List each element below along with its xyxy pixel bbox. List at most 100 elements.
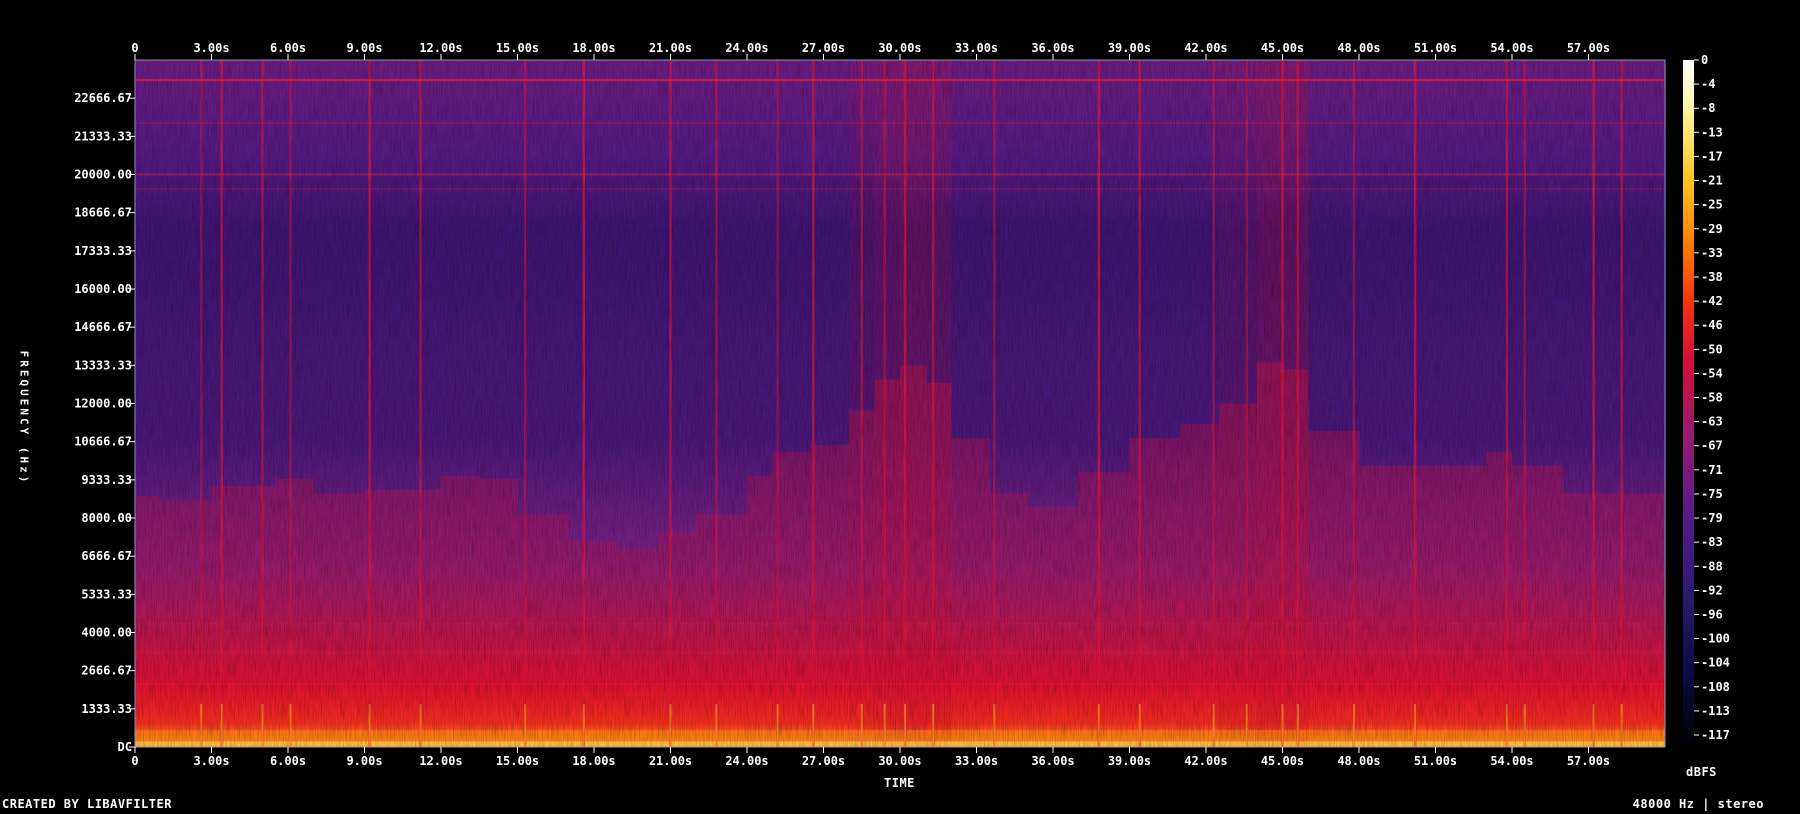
colorbar-tick-label: -8 bbox=[1701, 101, 1715, 115]
colorbar-tick-label: -100 bbox=[1701, 632, 1730, 646]
y-tick-label: 13333.33 bbox=[74, 358, 132, 372]
colorbar-unit-label: dBFS bbox=[1686, 765, 1717, 779]
colorbar-tick-label: -88 bbox=[1701, 559, 1723, 573]
x-tick-label: 42.00s bbox=[1184, 754, 1227, 768]
y-tick-label: 16000.00 bbox=[74, 282, 132, 296]
colorbar-tick-label: -58 bbox=[1701, 391, 1723, 405]
x-tick-label: 48.00s bbox=[1337, 41, 1380, 55]
x-tick-label: 21.00s bbox=[649, 754, 692, 768]
x-tick-label: 33.00s bbox=[955, 754, 998, 768]
y-tick-label: 2666.67 bbox=[81, 664, 132, 678]
x-tick-label: 42.00s bbox=[1184, 41, 1227, 55]
stream-info: 48000 Hz | stereo bbox=[1632, 797, 1764, 811]
colorbar-tick-label: -46 bbox=[1701, 318, 1723, 332]
colorbar-tick-label: -17 bbox=[1701, 149, 1723, 163]
x-axis-title: TIME bbox=[884, 776, 915, 790]
x-tick-label: 27.00s bbox=[802, 754, 845, 768]
y-tick-label: 21333.33 bbox=[74, 129, 132, 143]
spectrogram-plot-area bbox=[135, 60, 1665, 747]
x-tick-label: 0 bbox=[131, 41, 138, 55]
x-tick-label: 6.00s bbox=[270, 754, 306, 768]
y-tick-label: 17333.33 bbox=[74, 244, 132, 258]
y-tick-label: 20000.00 bbox=[74, 168, 132, 182]
colorbar-tick-label: 0 bbox=[1701, 53, 1708, 67]
y-tick-label: DC bbox=[118, 740, 132, 754]
y-tick-label: 5333.33 bbox=[81, 587, 132, 601]
x-tick-label: 45.00s bbox=[1261, 754, 1304, 768]
colorbar-tick-label: -42 bbox=[1701, 294, 1723, 308]
x-tick-label: 57.00s bbox=[1567, 41, 1610, 55]
colorbar-tick-label: -67 bbox=[1701, 439, 1723, 453]
spectrogram-chart: 0 3.00s 6.00s 9.00s 12.00s 15.00s 18.00s 21.00s… bbox=[74, 41, 1730, 768]
x-tick-label: 21.00s bbox=[649, 41, 692, 55]
x-tick-label: 3.00s bbox=[193, 754, 229, 768]
x-tick-label: 51.00s bbox=[1414, 41, 1457, 55]
y-axis: DC 1333.33 2666.67 4000.00 5333.33 6666.67 800… bbox=[74, 91, 135, 754]
x-tick-label: 54.00s bbox=[1490, 754, 1533, 768]
x-tick-label: 9.00s bbox=[346, 754, 382, 768]
x-tick-label: 0 bbox=[131, 754, 138, 768]
colorbar-axis: 0 -4 -8 -13 -17 -21 -25 -29 -33 -38 -42 -46 -50 -54 -5… bbox=[1694, 53, 1730, 742]
y-axis-title: FREQUENCY (Hz) bbox=[17, 350, 31, 486]
y-tick-label: 10666.67 bbox=[74, 435, 132, 449]
colorbar-tick-label: -50 bbox=[1701, 342, 1723, 356]
spectrogram-noise-texture bbox=[135, 60, 1665, 747]
x-tick-label: 9.00s bbox=[346, 41, 382, 55]
credit-text: CREATED BY LIBAVFILTER bbox=[2, 797, 172, 811]
x-tick-label: 33.00s bbox=[955, 41, 998, 55]
x-tick-label: 12.00s bbox=[419, 754, 462, 768]
colorbar-tick-label: -75 bbox=[1701, 487, 1723, 501]
colorbar-tick-label: -54 bbox=[1701, 366, 1723, 380]
colorbar bbox=[1683, 60, 1694, 747]
x-tick-label: 51.00s bbox=[1414, 754, 1457, 768]
x-tick-label: 12.00s bbox=[419, 41, 462, 55]
x-tick-label: 30.00s bbox=[878, 41, 921, 55]
colorbar-tick-label: -104 bbox=[1701, 656, 1730, 670]
y-tick-label: 18666.67 bbox=[74, 206, 132, 220]
x-tick-label: 48.00s bbox=[1337, 754, 1380, 768]
colorbar-tick-label: -25 bbox=[1701, 198, 1723, 212]
colorbar-tick-label: -83 bbox=[1701, 535, 1723, 549]
x-tick-label: 39.00s bbox=[1108, 41, 1151, 55]
colorbar-tick-label: -108 bbox=[1701, 680, 1730, 694]
x-tick-label: 36.00s bbox=[1031, 754, 1074, 768]
y-tick-label: 1333.33 bbox=[81, 702, 132, 716]
colorbar-tick-label: -33 bbox=[1701, 246, 1723, 260]
colorbar-tick-label: -29 bbox=[1701, 222, 1723, 236]
x-tick-label: 27.00s bbox=[802, 41, 845, 55]
colorbar-tick-label: -79 bbox=[1701, 511, 1723, 525]
x-tick-label: 24.00s bbox=[725, 41, 768, 55]
y-tick-label: 9333.33 bbox=[81, 473, 132, 487]
colorbar-tick-label: -13 bbox=[1701, 125, 1723, 139]
y-tick-label: 14666.67 bbox=[74, 320, 132, 334]
x-axis-top: 0 3.00s 6.00s 9.00s 12.00s 15.00s 18.00s 21.00s… bbox=[131, 41, 1610, 60]
x-tick-label: 45.00s bbox=[1261, 41, 1304, 55]
colorbar-tick-label: -96 bbox=[1701, 607, 1723, 621]
y-tick-label: 12000.00 bbox=[74, 397, 132, 411]
x-tick-label: 54.00s bbox=[1490, 41, 1533, 55]
y-tick-label: 4000.00 bbox=[81, 626, 132, 640]
colorbar-tick-label: -38 bbox=[1701, 270, 1723, 284]
y-tick-label: 8000.00 bbox=[81, 511, 132, 525]
x-tick-label: 57.00s bbox=[1567, 754, 1610, 768]
colorbar-tick-label: -92 bbox=[1701, 583, 1723, 597]
x-tick-label: 36.00s bbox=[1031, 41, 1074, 55]
spectrogram-figure: 0 3.00s 6.00s 9.00s 12.00s 15.00s 18.00s 21.00s… bbox=[0, 0, 1800, 811]
colorbar-tick-label: -71 bbox=[1701, 463, 1723, 477]
x-tick-label: 24.00s bbox=[725, 754, 768, 768]
x-tick-label: 15.00s bbox=[496, 754, 539, 768]
x-tick-label: 6.00s bbox=[270, 41, 306, 55]
x-tick-label: 30.00s bbox=[878, 754, 921, 768]
x-axis-bottom: 0 3.00s 6.00s 9.00s 12.00s 15.00s 18.00s 21.00s… bbox=[131, 747, 1610, 768]
colorbar-tick-label: -113 bbox=[1701, 704, 1730, 718]
x-tick-label: 15.00s bbox=[496, 41, 539, 55]
colorbar-tick-label: -4 bbox=[1701, 77, 1715, 91]
x-tick-label: 3.00s bbox=[193, 41, 229, 55]
colorbar-tick-label: -21 bbox=[1701, 174, 1723, 188]
y-tick-label: 6666.67 bbox=[81, 549, 132, 563]
x-tick-label: 18.00s bbox=[572, 41, 615, 55]
y-tick-label: 22666.67 bbox=[74, 91, 132, 105]
x-tick-label: 39.00s bbox=[1108, 754, 1151, 768]
colorbar-tick-label: -63 bbox=[1701, 415, 1723, 429]
x-tick-label: 18.00s bbox=[572, 754, 615, 768]
